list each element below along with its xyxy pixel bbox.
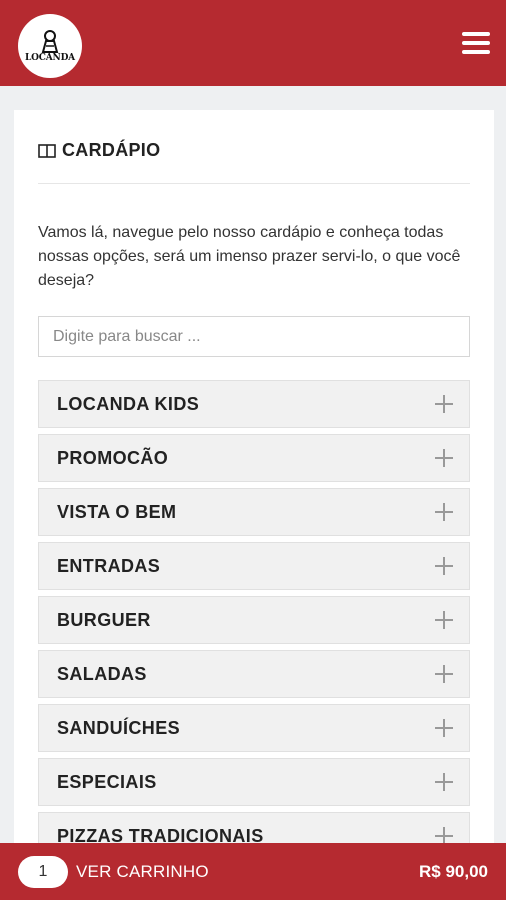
plus-icon[interactable] bbox=[435, 719, 453, 737]
chef-icon bbox=[41, 29, 59, 53]
plus-icon[interactable] bbox=[435, 557, 453, 575]
plus-icon[interactable] bbox=[435, 773, 453, 791]
category-item[interactable]: ESPECIAIS bbox=[38, 758, 470, 806]
divider bbox=[38, 183, 470, 184]
logo-text: LOCANDA bbox=[25, 52, 75, 63]
category-label: LOCANDA KIDS bbox=[57, 393, 200, 414]
view-cart-button[interactable]: VER CARRINHO bbox=[76, 862, 209, 882]
page-title: CARDÁPIO bbox=[62, 140, 161, 160]
category-label: ESPECIAIS bbox=[57, 771, 157, 792]
top-bar: LOCANDA bbox=[0, 0, 506, 86]
category-item[interactable]: PROMOCÃO bbox=[38, 434, 470, 482]
category-label: PROMOCÃO bbox=[57, 447, 169, 468]
category-label: BURGUER bbox=[57, 609, 151, 630]
category-label: ENTRADAS bbox=[57, 555, 161, 576]
category-item[interactable]: SANDUÍCHES bbox=[38, 704, 470, 752]
category-label: SANDUÍCHES bbox=[57, 717, 181, 738]
section-header: CARDÁPIO bbox=[38, 140, 160, 161]
hamburger-menu-icon[interactable] bbox=[462, 32, 490, 54]
category-item[interactable]: SALADAS bbox=[38, 650, 470, 698]
plus-icon[interactable] bbox=[435, 665, 453, 683]
intro-text: Vamos lá, navegue pelo nosso cardápio e … bbox=[38, 224, 461, 289]
plus-icon[interactable] bbox=[435, 503, 453, 521]
plus-icon[interactable] bbox=[435, 395, 453, 413]
category-label: VISTA O BEM bbox=[57, 501, 177, 522]
book-icon bbox=[38, 143, 56, 158]
menu-card: CARDÁPIO Vamos lá, navegue pelo nosso ca… bbox=[14, 110, 494, 870]
plus-icon[interactable] bbox=[435, 611, 453, 629]
category-item[interactable]: ENTRADAS bbox=[38, 542, 470, 590]
category-list: LOCANDA KIDS PROMOCÃO VISTA O BEM ENTRAD… bbox=[38, 380, 470, 866]
plus-icon[interactable] bbox=[435, 449, 453, 467]
cart-bar[interactable]: 1 VER CARRINHO R$ 90,00 bbox=[0, 843, 506, 900]
cart-total: R$ 90,00 bbox=[419, 861, 488, 881]
cart-count-badge: 1 bbox=[18, 855, 68, 888]
category-label: SALADAS bbox=[57, 663, 147, 684]
category-item[interactable]: LOCANDA KIDS bbox=[38, 380, 470, 428]
category-item[interactable]: BURGUER bbox=[38, 596, 470, 644]
search-input[interactable] bbox=[38, 316, 470, 357]
category-item[interactable]: VISTA O BEM bbox=[38, 488, 470, 536]
brand-logo[interactable]: LOCANDA bbox=[18, 14, 82, 78]
